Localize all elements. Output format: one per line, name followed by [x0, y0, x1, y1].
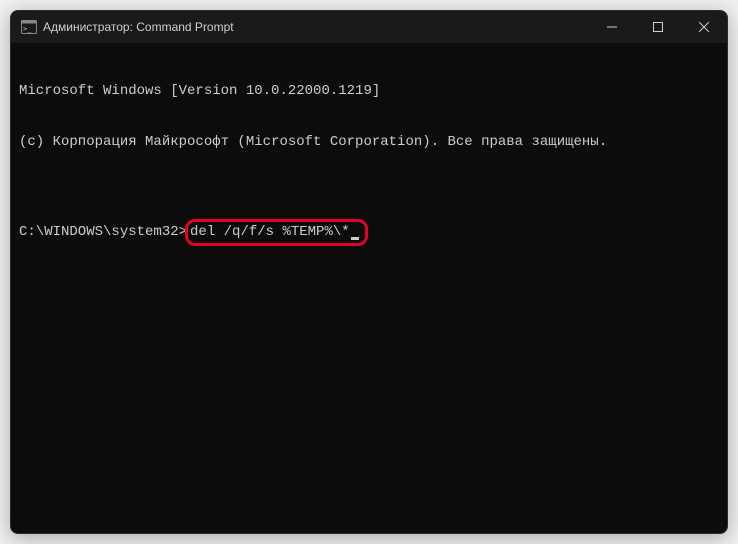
copyright-line: (c) Корпорация Майкрософт (Microsoft Cor…: [19, 134, 719, 151]
command-prompt-window: >_ Администратор: Command Prompt Microso…: [10, 10, 728, 534]
titlebar[interactable]: >_ Администратор: Command Prompt: [11, 11, 727, 43]
typed-command: del /q/f/s %TEMP%\*: [190, 224, 350, 241]
text-cursor: [351, 237, 359, 240]
close-button[interactable]: [681, 11, 727, 43]
prompt-path: C:\WINDOWS\system32>: [19, 224, 187, 241]
minimize-button[interactable]: [589, 11, 635, 43]
svg-text:>_: >_: [23, 25, 32, 33]
cmd-icon: >_: [21, 19, 37, 35]
window-controls: [589, 11, 727, 43]
version-line: Microsoft Windows [Version 10.0.22000.12…: [19, 83, 719, 100]
maximize-button[interactable]: [635, 11, 681, 43]
prompt-row: C:\WINDOWS\system32>del /q/f/s %TEMP%\*: [19, 219, 719, 246]
window-title: Администратор: Command Prompt: [43, 20, 589, 34]
terminal-area[interactable]: Microsoft Windows [Version 10.0.22000.12…: [11, 43, 727, 533]
command-highlight: del /q/f/s %TEMP%\*: [185, 219, 368, 246]
